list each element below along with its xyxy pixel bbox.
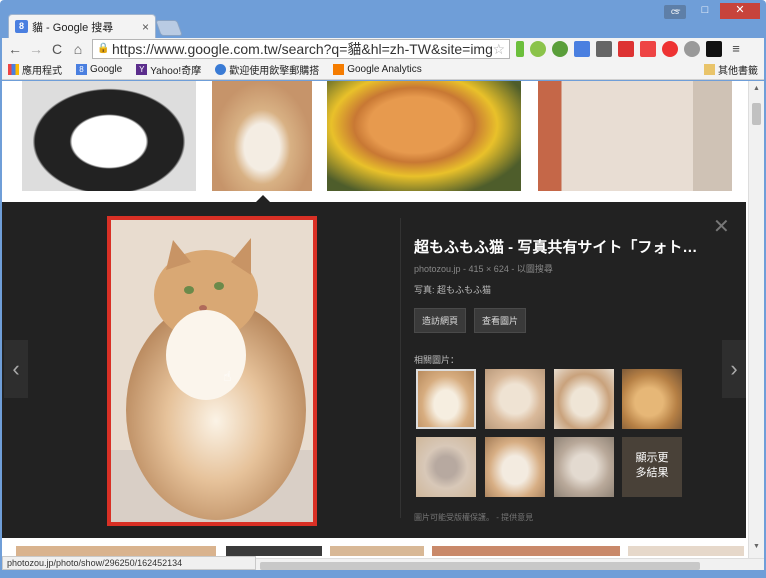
image-title[interactable]: 超もふもふ猫 - 写真共有サイト「フォト… [414, 236, 714, 257]
extension-battery-icon[interactable] [516, 41, 524, 57]
result-image[interactable] [628, 546, 744, 556]
related-image-5[interactable] [416, 437, 476, 497]
result-image-black-white-cat[interactable] [22, 81, 196, 191]
window-controls: – □ ✕ [664, 3, 760, 19]
bookmark-label: Yahoo!奇摩 [150, 66, 202, 77]
related-image-6[interactable] [485, 437, 545, 497]
bookmark-welcome[interactable]: 歡迎使用飲擎郵購搭 [215, 62, 319, 77]
related-image-1[interactable] [416, 369, 476, 429]
result-image-fluffy-cat[interactable] [212, 81, 312, 191]
bookmark-google[interactable]: 8 Google [76, 64, 122, 75]
related-image-4[interactable] [622, 369, 682, 429]
image-caption: 写真: 超もふもふ猫 [414, 285, 492, 295]
bookmark-label: 應用程式 [22, 66, 62, 77]
tab-title: 貓 - Google 搜尋 [32, 21, 114, 34]
extension-ci-icon[interactable] [706, 41, 722, 57]
tab-close-icon[interactable]: × [142, 20, 149, 34]
url-input[interactable] [112, 41, 493, 57]
image-actions: 造訪網頁 查看圖片 [414, 308, 734, 333]
scroll-up-icon[interactable]: ▲ [752, 85, 761, 92]
browser-toolbar: ← → C ⌂ 🔒 ☆ ≡ [2, 38, 764, 60]
extension-translate-icon[interactable] [574, 41, 590, 57]
extension-icons: ≡ [516, 41, 744, 57]
visit-page-button[interactable]: 造訪網頁 [414, 308, 467, 333]
bookmark-apps[interactable]: 應用程式 [8, 62, 62, 77]
apps-grid-icon [8, 64, 19, 75]
bookmark-label: 其他書籤 [718, 66, 758, 77]
google-favicon-icon: 8 [15, 20, 28, 33]
extension-feather-icon[interactable] [596, 41, 612, 57]
menu-icon[interactable]: ≡ [728, 41, 744, 57]
home-button[interactable]: ⌂ [69, 40, 87, 58]
next-image-button[interactable]: › [722, 340, 746, 398]
extension-android-icon[interactable] [530, 41, 546, 57]
copyright-notice[interactable]: 圖片可能受版權保護。 - 提供意見 [414, 512, 533, 523]
globe-icon [215, 64, 227, 75]
view-image-button[interactable]: 查看圖片 [474, 308, 527, 333]
image-meta: photozou.jp - 415 × 624 - 以圖搜尋 [414, 264, 553, 274]
hand-cursor-icon: ☝ [223, 368, 232, 384]
more-results-button[interactable]: 顯示更 多結果 [622, 437, 682, 497]
horizontal-scrollbar-thumb[interactable] [260, 562, 700, 570]
result-image[interactable] [16, 546, 216, 556]
lock-icon: 🔒 [97, 43, 110, 54]
panel-divider [400, 218, 401, 518]
related-image-7[interactable] [554, 437, 614, 497]
maximize-button[interactable]: □ [692, 3, 718, 19]
more-results-line1: 顯示更 [635, 452, 669, 464]
result-image-orange-cat-flowers[interactable] [327, 81, 521, 191]
previous-image-button[interactable]: ‹ [4, 340, 28, 398]
scroll-down-icon[interactable]: ▼ [752, 543, 761, 550]
reload-button[interactable]: C [48, 40, 66, 58]
result-image[interactable] [226, 546, 322, 556]
bookmark-star-icon[interactable]: ☆ [492, 41, 505, 58]
selected-image-preview[interactable]: ☝ [107, 216, 317, 526]
related-image-2[interactable] [485, 369, 545, 429]
yahoo-icon: Y [136, 64, 148, 75]
extension-opera-icon[interactable] [662, 41, 678, 57]
bookmark-label: Google Analytics [347, 64, 422, 75]
google-icon: 8 [76, 64, 87, 75]
result-image[interactable] [432, 546, 620, 556]
folder-icon [704, 64, 715, 75]
related-image-3[interactable] [554, 369, 614, 429]
more-results-line2: 多結果 [635, 467, 669, 479]
fluffy-cat-image [111, 220, 313, 522]
back-button[interactable]: ← [6, 40, 24, 58]
window-bottom-border [0, 570, 766, 578]
minimize-button[interactable]: – [664, 3, 690, 19]
extension-face-icon[interactable] [552, 41, 568, 57]
analytics-icon [333, 64, 345, 75]
address-bar[interactable]: 🔒 ☆ [92, 39, 510, 59]
selection-pointer [256, 195, 270, 202]
image-info: 超もふもふ猫 - 写真共有サイト「フォト… photozou.jp - 415 … [414, 236, 734, 333]
bookmark-yahoo[interactable]: Y Yahoo!奇摩 [136, 62, 201, 77]
bookmarks-bar: 應用程式 8 Google Y Yahoo!奇摩 歡迎使用飲擎郵購搭 Googl… [2, 60, 764, 80]
result-image-siamese-cats[interactable] [538, 81, 732, 191]
close-window-button[interactable]: ✕ [720, 3, 760, 19]
extension-book-icon[interactable] [618, 41, 634, 57]
bookmark-label: Google [90, 64, 123, 75]
bookmark-other[interactable]: 其他書籤 [704, 62, 758, 77]
browser-tab[interactable]: 8 貓 - Google 搜尋 × [8, 14, 156, 38]
scrollbar-thumb[interactable] [752, 103, 761, 125]
forward-button[interactable]: → [27, 40, 45, 58]
status-bar-url: photozou.jp/photo/show/296250/162452134 [2, 556, 256, 570]
related-images-label: 相關圖片： [414, 355, 460, 365]
bookmark-analytics[interactable]: Google Analytics [333, 64, 422, 75]
bookmark-label: 歡迎使用飲擎郵購搭 [229, 66, 320, 77]
extension-globe-icon[interactable] [684, 41, 700, 57]
extension-news-icon[interactable] [640, 41, 656, 57]
vertical-scrollbar[interactable]: ▲ ▼ [748, 81, 764, 558]
result-image[interactable] [330, 546, 424, 556]
